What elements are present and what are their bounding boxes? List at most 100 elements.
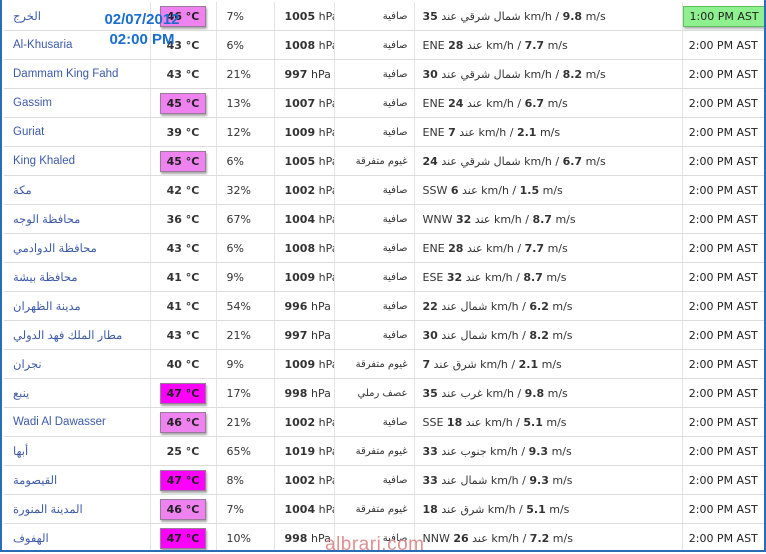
condition-cell: صافية (334, 204, 415, 234)
pressure-unit: hPa (310, 328, 331, 342)
wind-cell: SSW 6 عند km/h / 1.5 m/s (414, 175, 683, 205)
wind-speed: 24 (448, 96, 464, 110)
station-link[interactable]: مكة (4, 175, 151, 205)
wind-speed: 18 (446, 415, 463, 429)
pressure-cell: 1008 hPa (274, 30, 335, 60)
wind-speed: 24 (422, 154, 438, 168)
wind-ms: 1.5 (519, 183, 540, 197)
wind-direction: ENE (422, 241, 445, 255)
time-cell: 2:00 PM AST (682, 175, 764, 205)
time-cell: 2:00 PM AST (682, 407, 764, 437)
wind-speed: 26 (453, 531, 469, 545)
pressure-unit: hPa (318, 125, 333, 139)
wind-ms-unit: m/s (551, 444, 572, 458)
table-row: القيصومة47 °C8%1002 hPaصافية33 شمال عند … (4, 465, 764, 495)
wind-direction: شمال شرقي عند (441, 9, 521, 23)
condition-cell: غيوم متفرقة (334, 146, 415, 176)
station-link[interactable]: أبها (4, 436, 151, 466)
pressure-value: 997 (284, 67, 308, 81)
station-link[interactable]: King Khaled (4, 146, 151, 176)
wind-ms-unit: m/s (547, 38, 568, 52)
temperature-badge: 47 °C (159, 382, 207, 404)
observation-time: 2:00 PM AST (688, 299, 758, 313)
humidity-cell: 21% (216, 320, 275, 350)
station-link[interactable]: Wadi Al Dawasser (4, 407, 151, 437)
temperature-value: 43 °C (166, 328, 200, 342)
pressure-value: 1009 (284, 357, 316, 371)
observation-time: 2:00 PM AST (688, 154, 758, 168)
time-cell: 2:00 PM AST (682, 494, 764, 524)
station-link[interactable]: الهفوف (4, 523, 151, 550)
humidity-cell: 21% (216, 407, 275, 437)
time-cell: 2:00 PM AST (682, 436, 764, 466)
wind-speed: 32 (455, 212, 472, 226)
pressure-value: 1009 (284, 270, 316, 284)
time-cell: 1:00 PM AST (682, 2, 764, 31)
station-link[interactable]: القيصومة (4, 465, 151, 495)
wind-ms-unit: m/s (585, 67, 606, 81)
wind-ms: 7.2 (529, 531, 550, 545)
observation-time: 2:00 PM AST (688, 96, 758, 110)
station-link[interactable]: ينبع (4, 378, 151, 408)
table-row: King Khaled45 °C6%1005 hPaغيوم متفرقة24 … (4, 146, 764, 176)
table-row: ينبع 47 °C 17% 998 hPa عصف رملي 35 غرب عند km… (4, 378, 764, 408)
wind-ms: 8.7 (523, 270, 543, 284)
wind-direction: ENE (422, 38, 445, 52)
wind-ms-unit: m/s (546, 415, 567, 429)
pressure-value: 1008 (284, 241, 316, 255)
station-link[interactable]: محافظة الدوادمي (4, 233, 151, 263)
time-cell: 2:00 PM AST (682, 262, 764, 292)
wind-cell: 18 شرق عند km/h / 5.1 m/s (414, 494, 683, 524)
temperature-value: 36 °C (166, 212, 200, 226)
temperature-cell: 40 °C (150, 349, 217, 379)
wind-ms: 6.7 (524, 96, 545, 110)
wind-at: عند (465, 270, 482, 284)
station-link[interactable]: Guriat (4, 117, 151, 147)
station-link[interactable]: مدينة الظهران (4, 291, 151, 321)
wind-direction: جنوب عند (441, 444, 487, 458)
temperature-cell: 41 °C (150, 291, 217, 321)
station-link[interactable]: المدينة المنورة (4, 494, 151, 524)
wind-at: عند (465, 415, 482, 429)
station-link[interactable]: محافظة بيشة (4, 262, 151, 292)
wind-ms: 9.8 (562, 9, 583, 23)
condition-cell: صافية (334, 320, 415, 350)
weather-panel: الخرج46 °C7%1005 hPaصافية35 شمال شرقي عن… (0, 0, 766, 552)
time-cell: 2:00 PM AST (682, 523, 764, 550)
temperature-value: 43 °C (166, 67, 200, 81)
condition-cell: صافية (334, 2, 415, 31)
observation-time-highlight: 1:00 PM AST (682, 5, 764, 27)
station-link[interactable]: مطار الملك فهد الدولي (4, 320, 151, 350)
wind-ms-unit: m/s (585, 9, 606, 23)
wind-cell: ENE 28 عند km/h / 7.7 m/s (414, 30, 683, 60)
wind-cell: WNW 32 عند km/h / 8.7 m/s (414, 204, 683, 234)
pressure-cell: 1008 hPa (274, 233, 335, 263)
temperature-value: 25 °C (166, 444, 200, 458)
pressure-unit: hPa (318, 9, 333, 23)
wind-speed: 33 (422, 473, 438, 487)
pressure-unit: hPa (318, 96, 333, 110)
station-link[interactable]: Gassim (4, 88, 151, 118)
observation-time: 2:00 PM AST (688, 502, 758, 516)
pressure-cell: 1019 hPa (274, 436, 335, 466)
pressure-cell: 1004 hPa (274, 204, 335, 234)
wind-ms: 6.2 (529, 299, 549, 313)
pressure-value: 1002 (284, 183, 316, 197)
humidity-cell: 67% (216, 204, 275, 234)
wind-ms: 5.1 (523, 415, 543, 429)
wind-direction: NNW (422, 531, 450, 545)
pressure-cell: 996 hPa (274, 291, 335, 321)
pressure-unit: hPa (310, 67, 331, 81)
station-link[interactable]: Dammam King Fahd (4, 59, 151, 89)
pressure-value: 1008 (284, 38, 316, 52)
table-row: Dammam King Fahd 43 °C 21% 997 hPa صافية 30 ش… (4, 59, 764, 89)
humidity-cell: 54% (216, 291, 275, 321)
station-link[interactable]: محافظة الوجه (4, 204, 151, 234)
wind-kmh-unit: km/h / (487, 502, 523, 516)
humidity-cell: 17% (216, 378, 275, 408)
wind-ms: 9.3 (528, 444, 549, 458)
wind-direction: شمال شرقي عند (441, 67, 521, 81)
station-link[interactable]: نجران (4, 349, 151, 379)
wind-speed: 30 (422, 67, 438, 81)
wind-ms: 9.8 (524, 386, 545, 400)
